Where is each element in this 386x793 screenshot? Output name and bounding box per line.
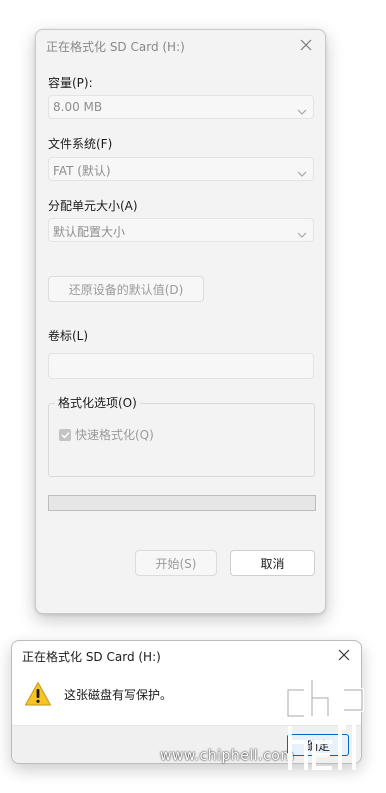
start-button[interactable]: 开始(S)	[135, 550, 217, 576]
allocation-label: 分配单元大小(A)	[48, 199, 138, 213]
cancel-button[interactable]: 取消	[230, 550, 315, 576]
chevron-down-icon	[297, 166, 307, 180]
format-dialog-title: 正在格式化 SD Card (H:)	[46, 40, 185, 54]
quick-format-label: 快速格式化(Q)	[75, 428, 154, 442]
format-dialog: 正在格式化 SD Card (H:) 容量(P): 8.00 MB 文件系统(F…	[35, 29, 326, 614]
capacity-value: 8.00 MB	[53, 100, 103, 114]
checkmark-icon	[59, 428, 71, 441]
chevron-down-icon	[297, 227, 307, 241]
allocation-value: 默认配置大小	[53, 225, 126, 239]
format-dialog-titlebar: 正在格式化 SD Card (H:)	[36, 30, 325, 60]
close-icon[interactable]	[333, 644, 355, 666]
capacity-select[interactable]: 8.00 MB	[48, 95, 314, 119]
message-text: 这张磁盘有写保护。	[64, 688, 173, 702]
format-options-group: 格式化选项(O) 快速格式化(Q)	[48, 394, 315, 477]
warning-icon	[24, 681, 52, 710]
capacity-label: 容量(P):	[48, 76, 93, 90]
volume-label-label: 卷标(L)	[48, 329, 89, 343]
allocation-select[interactable]: 默认配置大小	[48, 218, 314, 242]
format-progress-bar	[48, 495, 316, 511]
filesystem-value: FAT (默认)	[53, 164, 111, 178]
watermark-text: www.chiphell.com	[160, 748, 295, 764]
quick-format-checkbox[interactable]: 快速格式化(Q)	[59, 426, 154, 443]
chevron-down-icon	[297, 104, 307, 118]
restore-defaults-button[interactable]: 还原设备的默认值(D)	[48, 276, 204, 302]
volume-label-input[interactable]	[48, 353, 314, 379]
format-options-legend: 格式化选项(O)	[55, 394, 140, 411]
filesystem-select[interactable]: FAT (默认)	[48, 157, 314, 181]
close-icon[interactable]	[295, 34, 317, 56]
chiphell-logo	[282, 676, 372, 779]
message-box-title: 正在格式化 SD Card (H:)	[22, 650, 161, 664]
filesystem-label: 文件系统(F)	[48, 137, 113, 151]
